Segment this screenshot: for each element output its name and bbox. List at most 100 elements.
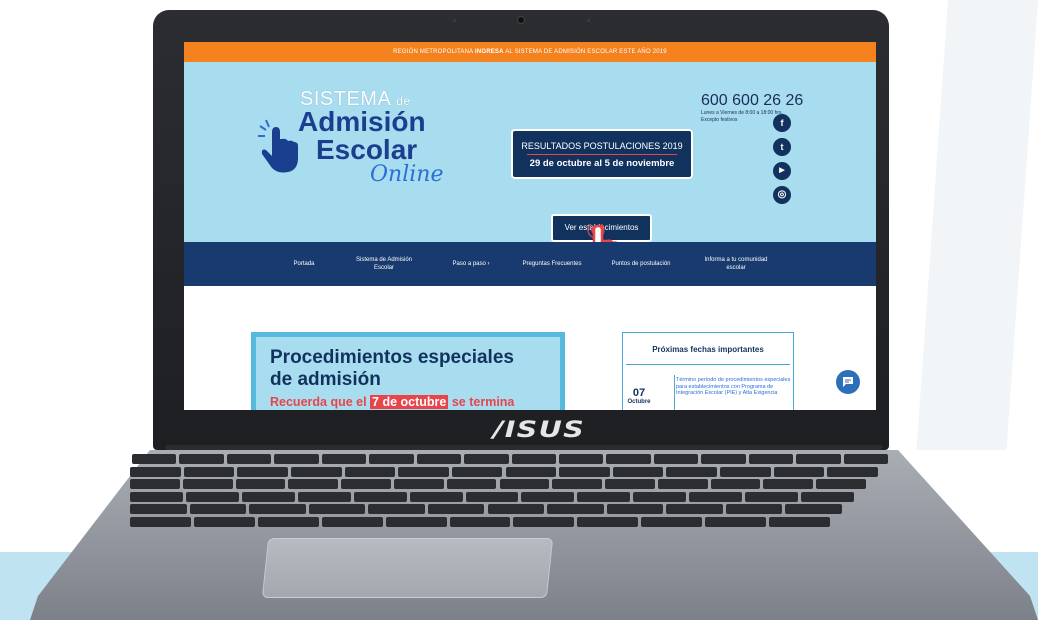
keyboard-key [321,454,367,464]
keyboard-key [633,491,687,502]
keyboard-key [288,479,339,489]
brand-logo: /ISUS [493,418,586,443]
keyboard-key [796,454,841,464]
keyboard-key [657,479,708,489]
laptop-keyboard [130,454,890,532]
keyboard-key [612,466,664,477]
date-day: 07 [632,387,646,399]
keyboard-key [843,454,888,464]
keyboard-key [449,516,511,527]
date-description[interactable]: Término período de procedimientos especi… [676,377,792,397]
keyboard-key [511,454,556,464]
keyboard-key [710,479,761,489]
banner-text: Recuerda que el 7 de octubre se termina [270,395,515,409]
date-badge: 07 Octubre [627,387,651,405]
nav-item-sistema[interactable]: Sistema de Admisión Escolar [334,256,434,272]
instagram-icon[interactable]: ◎ [773,186,791,204]
keyboard-key [499,479,550,489]
nav-item-informa[interactable]: Informa a tu comunidad escolar [686,256,786,272]
chat-icon[interactable] [836,370,860,394]
contact-hours: Lunes a Viernes de 8:00 a 18:00 hrs. Exc… [701,110,783,124]
keyboard-key [464,454,509,464]
keyboard-key [249,504,306,514]
laptop-base [30,450,1038,620]
nav-item-paso-a-paso[interactable]: Paso a paso › [434,260,508,268]
chevron-down-icon: › [487,261,490,267]
keyboard-key [193,516,255,527]
date-month: Octubre [627,399,651,405]
keyboard-key [130,466,181,477]
keyboard-key [653,454,699,464]
keyboard-key [297,491,351,502]
keyboard-key [505,466,557,477]
keyboard-key [341,479,391,489]
keyboard-key [344,466,396,477]
keyboard-key [185,491,239,502]
announcement-text: REGIÓN METROPOLITANA [393,49,475,55]
browser-screen: REGIÓN METROPOLITANA INGRESA AL SISTEMA … [184,42,876,410]
nav-item-portada[interactable]: Portada [274,260,334,268]
photo-scene: /ISUS REGIÓN METROPOLITANA INGRESA AL SI… [0,0,1038,620]
keyboard-key [237,466,288,477]
chat-bubble-icon [843,377,853,387]
keyboard-key [308,504,366,514]
keyboard-key [558,454,604,464]
site-logo[interactable]: SISTEMA de Admisión Escolar Online [258,88,468,218]
keyboard-key [521,491,575,502]
facebook-icon[interactable]: f [773,114,791,132]
keyboard-key [769,516,830,527]
keyboard-key [226,454,272,464]
main-nav: Portada Sistema de Admisión Escolar Paso… [184,242,876,286]
divider [626,364,790,365]
divider [674,375,675,410]
dates-title: Próximas fechas importantes [652,345,764,354]
keyboard-key [274,454,319,464]
twitter-icon[interactable]: t [773,138,791,156]
keyboard-key [606,504,664,514]
keyboard-key [748,454,794,464]
keyboard-key [353,491,407,502]
keyboard-key [183,466,235,477]
hours-line: Lunes a Viernes de 8:00 a 18:00 hrs. [701,110,783,116]
keyboard-key [179,454,224,464]
announcement-text-end: AL SISTEMA DE ADMISIÓN ESCOLAR ESTE AÑO … [503,49,667,55]
keyboard-key [130,504,187,514]
keyboard-key [606,454,651,464]
nav-item-preguntas[interactable]: Preguntas Frecuentes [508,260,596,268]
hours-line: Excepto festivos [701,117,738,123]
keyboard-key [369,454,414,464]
keyboard-key [577,491,631,502]
hero-header: SISTEMA de Admisión Escolar Online 600 6… [184,62,876,274]
touchpad [261,538,554,598]
keyboard-key [666,466,718,477]
keyboard-key [321,516,383,527]
keyboard-key [398,466,449,477]
main-content: Procedimientos especiales de admisión Re… [184,286,876,410]
keyboard-key [577,516,639,527]
keyboard-key [816,479,866,489]
contact-phone[interactable]: 600 600 26 26 [701,92,803,110]
keyboard-key [130,491,183,502]
results-banner[interactable]: RESULTADOS POSTULACIONES 2019 29 de octu… [511,129,693,179]
keyboard-key [465,491,519,502]
webcam-icon [517,16,525,24]
keyboard-key [547,504,604,514]
keyboard-key [720,466,771,477]
keyboard-key [368,504,425,514]
keyboard-key [446,479,497,489]
lid-sensor [453,19,456,22]
lid-sensor [587,19,590,22]
admission-banner[interactable]: Procedimientos especiales de admisión Re… [251,332,565,410]
pointing-hand-icon [258,119,298,173]
youtube-icon[interactable]: ▶ [773,162,791,180]
keyboard-key [241,491,295,502]
announcement-bar: REGIÓN METROPOLITANA INGRESA AL SISTEMA … [184,42,876,62]
keyboard-key [701,454,746,464]
keyboard-key [182,479,233,489]
keyboard-key [641,516,703,527]
nav-item-label: Paso a paso [452,261,486,267]
keyboard-key [427,504,485,514]
keyboard-key [605,479,655,489]
important-dates-panel: Próximas fechas importantes 07 Octubre T… [622,332,794,410]
nav-item-puntos[interactable]: Puntos de postulación [596,260,686,268]
